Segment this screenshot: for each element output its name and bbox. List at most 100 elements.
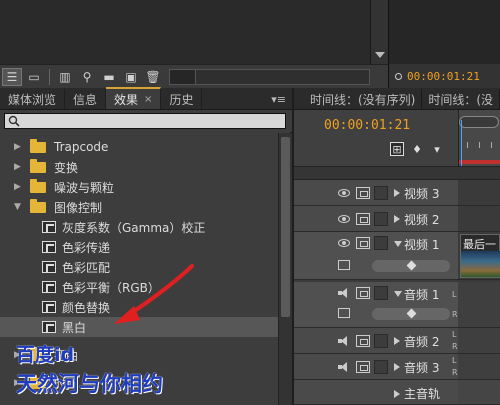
- timeline-timecode[interactable]: 00:00:01:21: [324, 118, 410, 133]
- track-content[interactable]: [458, 180, 500, 205]
- channel-label-right: R: [452, 310, 458, 319]
- close-icon[interactable]: ×: [144, 94, 152, 105]
- new-item-icon[interactable]: ▣: [121, 68, 141, 86]
- new-bin-icon[interactable]: ▬: [99, 68, 119, 86]
- find-icon[interactable]: ⚲: [77, 68, 97, 86]
- folder-label: 图像控制: [54, 200, 103, 215]
- expand-caret-icon[interactable]: ▶: [14, 162, 24, 172]
- monitor-timecode[interactable]: 00:00:01:21: [407, 70, 480, 83]
- display-style-icon[interactable]: [338, 308, 350, 318]
- speaker-icon[interactable]: [338, 362, 350, 372]
- folder-noise-grain[interactable]: ▶ 噪波与颗粒: [0, 177, 278, 197]
- marker-icon[interactable]: ♦: [410, 142, 424, 156]
- effect-gamma-correction[interactable]: 灰度系数（Gamma）校正: [0, 217, 278, 237]
- tab-media-browser[interactable]: 媒体浏览: [0, 89, 66, 109]
- tab-timeline-1[interactable]: 时间线：(没有序列): [294, 89, 423, 109]
- snap-icon[interactable]: ⊞: [390, 142, 404, 156]
- tab-label: 时间线：(没: [428, 92, 494, 107]
- clip-title: 最后一: [463, 238, 496, 251]
- icon-view-icon[interactable]: ▭: [24, 68, 44, 86]
- effect-color-pass[interactable]: 色彩传递: [0, 237, 278, 257]
- playhead[interactable]: [461, 120, 462, 166]
- track-name: 视频 1: [404, 238, 440, 252]
- lock-icon[interactable]: [356, 361, 370, 373]
- timeline-tools: ⊞ ♦ ▾: [390, 142, 444, 156]
- lock-icon[interactable]: [356, 237, 370, 249]
- track-content[interactable]: [458, 282, 500, 327]
- tab-timeline-2[interactable]: 时间线：(没: [422, 89, 500, 109]
- lock-icon[interactable]: [356, 287, 370, 299]
- project-horizontal-scrollbar[interactable]: [195, 69, 370, 85]
- track-name: 音频 1: [404, 288, 440, 302]
- timeline-panel: 时间线：(没有序列) 时间线：(没 00:00:01:21 ⊞ ♦ ▾ 视频 3: [294, 88, 500, 405]
- list-view-icon[interactable]: ☰: [2, 67, 22, 86]
- keyframe-nav[interactable]: [372, 260, 450, 272]
- sync-lock-box[interactable]: [374, 212, 388, 226]
- project-vertical-scrollbar[interactable]: [370, 0, 388, 64]
- display-style-icon[interactable]: [338, 260, 350, 270]
- search-field[interactable]: [4, 113, 286, 129]
- collapse-track-icon[interactable]: [394, 241, 402, 247]
- eye-icon[interactable]: [338, 239, 350, 247]
- delete-icon[interactable]: 🗑: [143, 68, 163, 86]
- sync-lock-box[interactable]: [374, 286, 388, 300]
- add-marker-icon[interactable]: ▾: [430, 142, 444, 156]
- effects-vertical-scrollbar[interactable]: [278, 133, 292, 405]
- lock-icon[interactable]: [356, 213, 370, 225]
- sync-lock-box[interactable]: [374, 360, 388, 374]
- keyframe-icon[interactable]: [406, 260, 417, 271]
- zoom-bar[interactable]: [459, 116, 499, 128]
- keyframe-nav[interactable]: [372, 308, 450, 320]
- sync-lock-box[interactable]: [374, 186, 388, 200]
- project-list-area: [0, 0, 388, 64]
- track-content[interactable]: [458, 354, 500, 379]
- effect-label: 黑白: [62, 320, 87, 335]
- collapse-caret-icon[interactable]: ▼: [14, 202, 24, 212]
- track-audio-3: 音频 3 L R: [294, 354, 500, 380]
- lock-icon[interactable]: [356, 335, 370, 347]
- track-audio-1: 音频 1 L R: [294, 282, 500, 328]
- speaker-icon[interactable]: [338, 336, 350, 346]
- track-header: 视频 2: [294, 206, 458, 231]
- track-header: 视频 3: [294, 180, 458, 205]
- folder-transform[interactable]: ▶ 变换: [0, 157, 278, 177]
- track-header: 音频 1: [294, 282, 458, 327]
- work-area-bar[interactable]: [459, 160, 500, 164]
- expand-track-icon[interactable]: [394, 363, 400, 371]
- eye-icon[interactable]: [338, 189, 350, 197]
- scrollbar-thumb[interactable]: [281, 137, 290, 317]
- folder-label: Trapcode: [54, 140, 109, 154]
- automate-icon[interactable]: ▥: [55, 68, 75, 86]
- expand-caret-icon[interactable]: ▶: [14, 182, 24, 192]
- expand-track-icon[interactable]: [394, 337, 400, 345]
- tab-effects[interactable]: 效果 ×: [106, 87, 162, 109]
- marker-icon[interactable]: [395, 72, 402, 80]
- expand-track-icon[interactable]: [394, 215, 400, 223]
- search-input[interactable]: [5, 114, 285, 128]
- track-content[interactable]: 最后一: [458, 232, 500, 279]
- folder-label: 变换: [54, 160, 79, 175]
- video-clip[interactable]: 最后一: [460, 234, 500, 278]
- panel-menu-icon[interactable]: ▾≡: [271, 93, 286, 106]
- track-name: 视频 2: [404, 213, 440, 227]
- channel-label-left: L: [452, 290, 457, 299]
- sync-lock-box[interactable]: [374, 334, 388, 348]
- scroll-down-icon[interactable]: [375, 52, 385, 58]
- keyframe-icon[interactable]: [406, 308, 417, 319]
- lock-icon[interactable]: [356, 187, 370, 199]
- folder-image-control[interactable]: ▼ 图像控制: [0, 197, 278, 217]
- ruler-tick: [491, 142, 492, 148]
- expand-track-icon[interactable]: [394, 390, 400, 398]
- expand-caret-icon[interactable]: ▶: [14, 142, 24, 152]
- track-content[interactable]: [458, 328, 500, 353]
- expand-track-icon[interactable]: [394, 189, 400, 197]
- time-ruler[interactable]: [458, 110, 500, 166]
- tab-history[interactable]: 历史: [161, 89, 203, 109]
- track-content[interactable]: [458, 206, 500, 231]
- eye-icon[interactable]: [338, 215, 350, 223]
- speaker-icon[interactable]: [338, 288, 350, 298]
- collapse-track-icon[interactable]: [394, 291, 402, 297]
- tab-info[interactable]: 信息: [65, 89, 107, 109]
- folder-trapcode[interactable]: ▶ Trapcode: [0, 137, 278, 157]
- sync-lock-box[interactable]: [374, 236, 388, 250]
